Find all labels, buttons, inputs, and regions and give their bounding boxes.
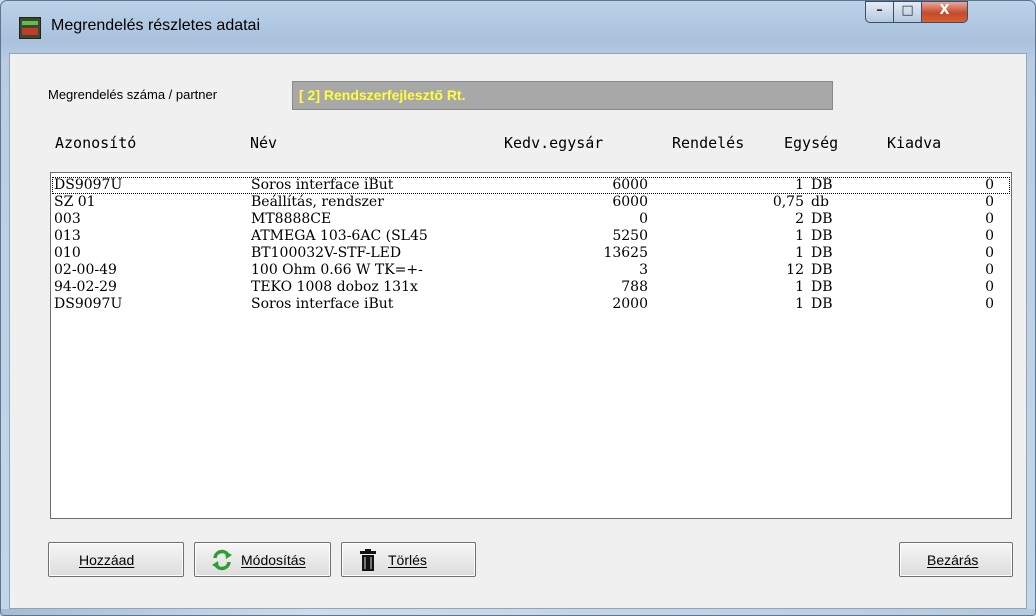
item-issued: 0	[985, 228, 994, 244]
item-id: 02-00-49	[54, 262, 117, 278]
list-item[interactable]: SZ 01 Beállítás, rendszer 6000 0,75 db 0	[52, 194, 1010, 211]
item-issued: 0	[985, 296, 994, 312]
item-price: 3	[639, 262, 648, 278]
item-qty: 1	[795, 245, 804, 261]
item-issued: 0	[985, 279, 994, 295]
title-bar[interactable]: Megrendelés részletes adatai – □ X	[1, 1, 1035, 53]
item-price: 6000	[612, 194, 648, 210]
item-price: 6000	[612, 177, 648, 193]
close-window-button[interactable]: X	[921, 1, 968, 23]
item-id: 94-02-29	[54, 279, 117, 295]
item-price: 788	[621, 279, 648, 295]
item-id: DS9097U	[54, 296, 123, 312]
close-icon: X	[939, 3, 950, 18]
item-unit: DB	[811, 279, 833, 295]
order-details-window: Megrendelés részletes adatai – □ X Megre…	[0, 0, 1036, 616]
list-item[interactable]: 02-00-49 100 Ohm 0.66 W TK=+- 3 12 DB 0	[52, 262, 1010, 279]
partner-label: Megrendelés száma / partner	[48, 87, 218, 102]
modify-button-label: Módosítás	[241, 552, 306, 568]
item-issued: 0	[985, 245, 994, 261]
item-name: BT100032V-STF-LED	[251, 245, 402, 261]
item-issued: 0	[985, 177, 994, 193]
maximize-button[interactable]: □	[893, 1, 922, 23]
item-name: Soros interface iBut	[251, 296, 394, 312]
maximize-icon: □	[901, 3, 914, 18]
item-id: DS9097U	[54, 177, 123, 193]
order-items-list[interactable]: DS9097U Soros interface iBut 6000 1 DB 0…	[50, 172, 1012, 519]
item-name: Beállítás, rendszer	[251, 194, 384, 210]
column-header-price[interactable]: Kedv.egysár	[504, 134, 603, 152]
item-id: 010	[54, 245, 81, 261]
item-price: 2000	[612, 296, 648, 312]
item-id: 013	[54, 228, 81, 244]
window-title: Megrendelés részletes adatai	[51, 17, 261, 34]
item-id: SZ 01	[54, 194, 96, 210]
item-id: 003	[54, 211, 81, 227]
add-button-label: Hozzáad	[79, 552, 135, 568]
column-header-order[interactable]: Rendelés	[672, 134, 744, 152]
list-item[interactable]: 010 BT100032V-STF-LED 13625 1 DB 0	[52, 245, 1010, 262]
item-price: 13625	[603, 245, 648, 261]
partner-field: [ 2] Rendszerfejlesztő Rt.	[292, 81, 833, 110]
item-name: MT8888CE	[251, 211, 332, 227]
close-button-label: Bezárás	[927, 552, 979, 568]
item-qty: 1	[795, 177, 804, 193]
item-qty: 1	[795, 296, 804, 312]
item-price: 5250	[612, 228, 648, 244]
list-item[interactable]: 013 ATMEGA 103-6AC (SL45 5250 1 DB 0	[52, 228, 1010, 245]
list-item[interactable]: DS9097U Soros interface iBut 2000 1 DB 0	[52, 296, 1010, 313]
item-issued: 0	[985, 194, 994, 210]
list-item[interactable]: 94-02-29 TEKO 1008 doboz 131x 788 1 DB 0	[52, 279, 1010, 296]
item-name: 100 Ohm 0.66 W TK=+-	[251, 262, 423, 278]
column-header-issued[interactable]: Kiadva	[887, 134, 941, 152]
minimize-button[interactable]: –	[865, 1, 894, 23]
item-qty: 1	[795, 228, 804, 244]
item-unit: DB	[811, 211, 833, 227]
column-header-name[interactable]: Név	[250, 134, 277, 152]
list-item[interactable]: DS9097U Soros interface iBut 6000 1 DB 0	[52, 177, 1010, 194]
item-qty: 0,75	[772, 194, 804, 210]
item-issued: 0	[985, 211, 994, 227]
window-bottom-border	[1, 609, 1035, 615]
refresh-icon	[212, 549, 232, 571]
column-header-unit[interactable]: Egység	[784, 134, 838, 152]
add-button[interactable]: Hozzáad	[48, 542, 184, 577]
item-name: TEKO 1008 doboz 131x	[251, 279, 418, 295]
list-item[interactable]: 003 MT8888CE 0 2 DB 0	[52, 211, 1010, 228]
minimize-icon: –	[876, 3, 883, 18]
item-qty: 12	[786, 262, 804, 278]
item-unit: DB	[811, 296, 833, 312]
column-header-id[interactable]: Azonosító	[55, 134, 136, 152]
item-unit: DB	[811, 245, 833, 261]
item-name: ATMEGA 103-6AC (SL45	[251, 228, 428, 244]
delete-button-label: Törlés	[388, 552, 427, 568]
app-icon[interactable]	[19, 17, 41, 39]
item-unit: DB	[811, 228, 833, 244]
item-price: 0	[639, 211, 648, 227]
item-qty: 2	[795, 211, 804, 227]
item-unit: db	[811, 194, 829, 210]
item-unit: DB	[811, 262, 833, 278]
item-name: Soros interface iBut	[251, 177, 394, 193]
trash-icon	[360, 549, 376, 571]
item-qty: 1	[795, 279, 804, 295]
partner-value: [ 2] Rendszerfejlesztő Rt.	[299, 87, 466, 103]
item-issued: 0	[985, 262, 994, 278]
dialog-client-area: Megrendelés száma / partner [ 2] Rendsze…	[9, 53, 1027, 609]
delete-button[interactable]: Törlés	[341, 542, 476, 577]
item-unit: DB	[811, 177, 833, 193]
modify-button[interactable]: Módosítás	[194, 542, 331, 577]
close-button[interactable]: Bezárás	[899, 542, 1013, 577]
